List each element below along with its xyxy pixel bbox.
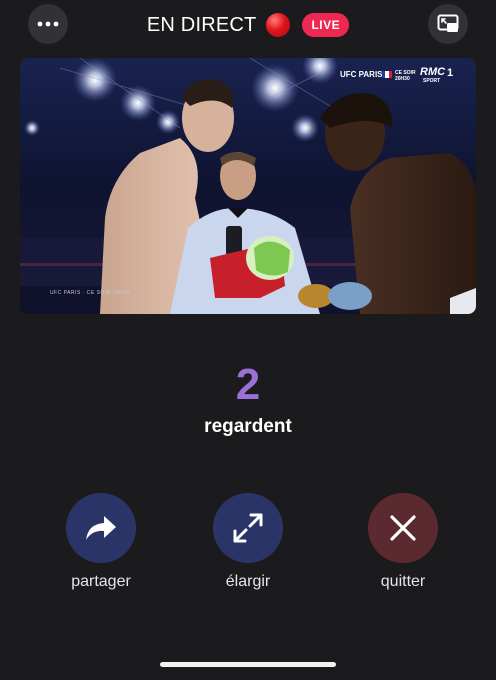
live-badge: LIVE: [302, 13, 350, 37]
page-title: EN DIRECT: [146, 13, 257, 36]
viewer-counter: 2 regardent: [0, 360, 496, 438]
close-icon: [390, 515, 416, 541]
overlay-schedule: CE SOIR 20H30: [395, 70, 416, 82]
overlay-bottom-banner: UFC PARIS · CE SOIR 20H30: [50, 290, 130, 296]
share-label: partager: [71, 573, 131, 590]
picture-in-picture-button[interactable]: [428, 4, 468, 44]
quit-button[interactable]: [368, 493, 438, 563]
french-flag-icon: [382, 71, 392, 78]
live-video[interactable]: UFC PARIS CE SOIR 20H30 RMC SPORT 1 UFC …: [20, 58, 476, 314]
overlay-channel-sub: SPORT: [423, 78, 441, 84]
viewer-count: 2: [235, 360, 261, 409]
expand-action: élargir: [188, 493, 308, 591]
share-action: partager: [41, 493, 161, 591]
live-dot-icon: [266, 13, 291, 37]
live-title: EN DIRECT LIVE: [0, 10, 496, 40]
overlay-channel-logo: RMC: [420, 66, 446, 78]
share-button[interactable]: [66, 493, 136, 563]
home-indicator[interactable]: [160, 662, 336, 667]
expand-label: élargir: [225, 573, 271, 590]
expand-icon: [233, 513, 263, 543]
expand-button[interactable]: [213, 493, 283, 563]
viewer-label: regardent: [204, 416, 292, 437]
quit-action: quitter: [343, 493, 463, 591]
share-arrow-icon: [86, 516, 116, 540]
top-bar: EN DIRECT LIVE: [0, 0, 496, 52]
overlay-event-label: UFC PARIS: [340, 70, 383, 79]
overlay-channel-number: 1: [447, 67, 454, 79]
video-frame: [20, 58, 476, 314]
quit-label: quitter: [380, 573, 426, 590]
picture-in-picture-icon: [437, 14, 459, 32]
